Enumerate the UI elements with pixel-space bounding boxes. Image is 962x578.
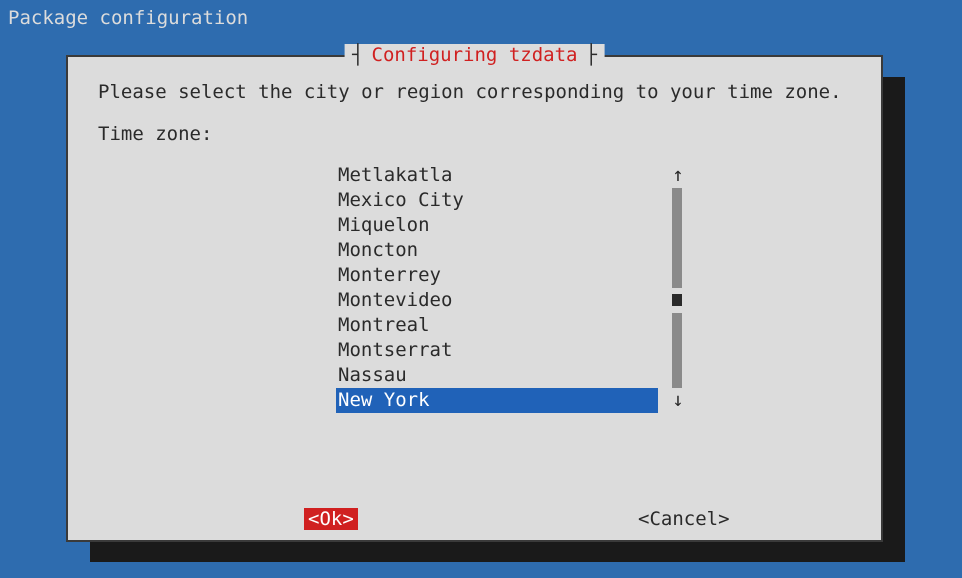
dialog-content: Please select the city or region corresp… [68, 57, 881, 413]
prompt-text: Please select the city or region corresp… [98, 81, 851, 103]
list-item[interactable]: Montreal [336, 313, 698, 338]
timezone-list[interactable]: Metlakatla Mexico City Miquelon Moncton … [336, 163, 698, 413]
scrollbar-thumb[interactable] [672, 294, 682, 306]
field-label: Time zone: [98, 123, 851, 145]
dialog-title-container: ┤Configuring tzdata├ [344, 44, 605, 66]
list-item[interactable]: Metlakatla [336, 163, 698, 188]
list-item[interactable]: Nassau [336, 363, 698, 388]
list-item[interactable]: Montserrat [336, 338, 698, 363]
title-decoration-left: ┤ [352, 44, 363, 66]
list-item-selected[interactable]: New York [336, 388, 658, 413]
ok-button[interactable]: <Ok> [304, 508, 358, 530]
title-decoration-right: ├ [585, 44, 596, 66]
cancel-button[interactable]: <Cancel> [638, 508, 730, 530]
dialog-box: ┤Configuring tzdata├ Please select the c… [66, 55, 883, 542]
page-title: Package configuration [0, 0, 962, 36]
list-item[interactable]: Mexico City [336, 188, 698, 213]
scrollbar-track[interactable] [672, 313, 682, 388]
list-item[interactable]: Miquelon [336, 213, 698, 238]
scroll-up-icon[interactable]: ↑ [668, 163, 688, 188]
scroll-down-icon[interactable]: ↓ [668, 388, 688, 413]
list-item[interactable]: Monterrey [336, 263, 698, 288]
list-item[interactable]: Montevideo [336, 288, 698, 313]
list-item[interactable]: Moncton [336, 238, 698, 263]
scrollbar-track[interactable] [672, 188, 682, 288]
scrollbar[interactable]: ↑ ↓ [668, 163, 688, 188]
dialog-title: Configuring tzdata [364, 44, 586, 66]
